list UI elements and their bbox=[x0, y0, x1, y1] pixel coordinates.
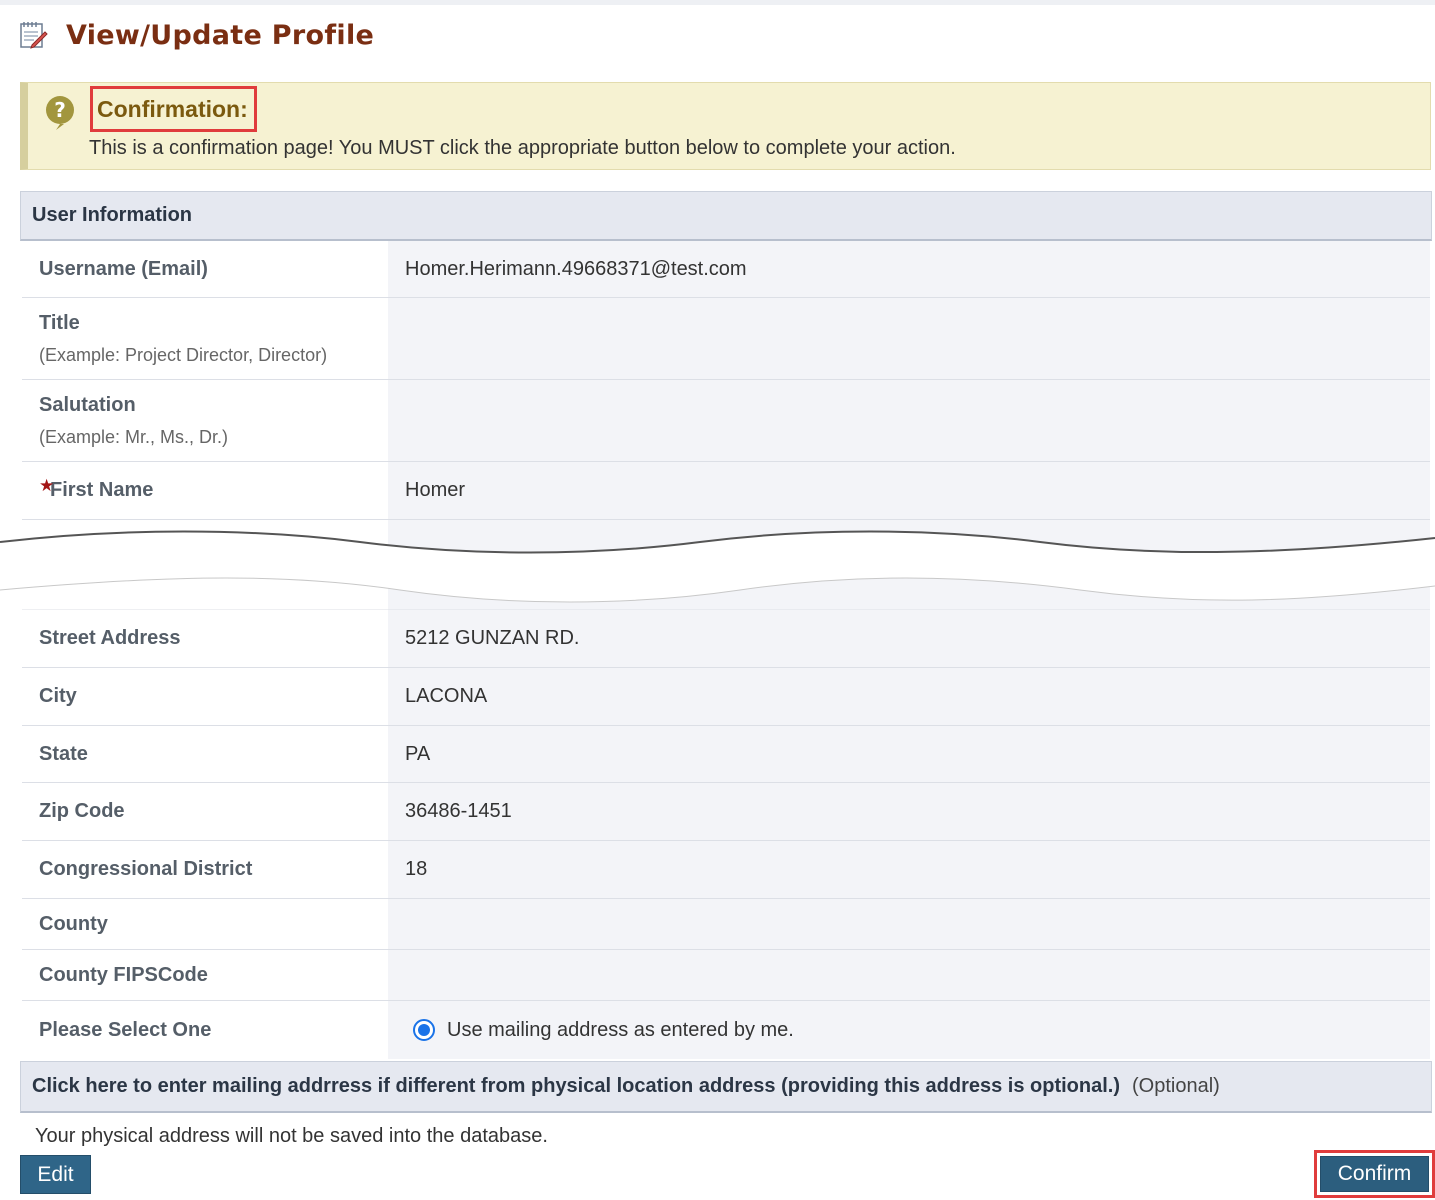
confirm-highlight: Confirm bbox=[1314, 1150, 1435, 1198]
required-star-icon: ★ bbox=[39, 476, 55, 495]
row-please-select-one: Please Select One Use mailing address as… bbox=[22, 1001, 1430, 1059]
row-state: State PA bbox=[22, 726, 1430, 783]
page-header: View/Update Profile bbox=[18, 18, 374, 52]
radio-option-label[interactable]: Use mailing address as entered by me. bbox=[447, 1019, 794, 1042]
confirmation-heading: Confirmation: bbox=[90, 86, 257, 132]
field-label: State bbox=[39, 742, 88, 765]
row-county: County bbox=[22, 899, 1430, 950]
field-hint: (Example: Project Director, Director) bbox=[39, 344, 328, 365]
content-break bbox=[0, 520, 1435, 612]
row-zip-code: Zip Code 36486-1451 bbox=[22, 783, 1430, 841]
field-label: Title bbox=[39, 311, 80, 334]
value-cell: Homer bbox=[388, 462, 1430, 519]
edit-button[interactable]: Edit bbox=[20, 1155, 91, 1194]
field-label: Salutation bbox=[39, 393, 136, 416]
user-information-header: User Information bbox=[20, 191, 1432, 241]
row-city: City LACONA bbox=[22, 668, 1430, 726]
label-cell: ★ First Name bbox=[22, 462, 388, 519]
label-cell: Congressional District bbox=[22, 841, 388, 898]
row-congressional-district: Congressional District 18 bbox=[22, 841, 1430, 899]
label-cell: County FIPSCode bbox=[22, 950, 388, 1000]
value-cell: 18 bbox=[388, 841, 1430, 898]
row-county-fipscode: County FIPSCode bbox=[22, 950, 1430, 1001]
field-label: County FIPSCode bbox=[39, 963, 208, 986]
optional-note: (Optional) bbox=[1132, 1075, 1220, 1097]
value-cell: 36486-1451 bbox=[388, 783, 1430, 840]
label-cell: State bbox=[22, 726, 388, 782]
confirmation-message: This is a confirmation page! You MUST cl… bbox=[89, 137, 956, 159]
value-cell: PA bbox=[388, 726, 1430, 782]
edit-document-icon bbox=[20, 22, 48, 49]
field-label: Congressional District bbox=[39, 858, 253, 880]
field-label: City bbox=[39, 685, 77, 707]
value-cell: Homer.Herimann.49668371@test.com bbox=[388, 241, 1430, 297]
top-strip bbox=[0, 0, 1435, 5]
label-cell: Please Select One bbox=[22, 1001, 388, 1059]
value-cell bbox=[388, 899, 1430, 949]
mailing-section-title[interactable]: Click here to enter mailing addrress if … bbox=[32, 1075, 1120, 1098]
label-cell: Salutation (Example: Mr., Ms., Dr.) bbox=[22, 380, 388, 461]
question-mark-icon: ? bbox=[46, 96, 74, 130]
label-cell: Zip Code bbox=[22, 783, 388, 840]
value-cell: LACONA bbox=[388, 668, 1430, 725]
mailing-address-toggle[interactable]: Click here to enter mailing addrress if … bbox=[20, 1061, 1432, 1113]
field-label: Zip Code bbox=[39, 800, 125, 822]
confirmation-banner: ? Confirmation: This is a confirmation p… bbox=[20, 82, 1431, 170]
label-cell: Title (Example: Project Director, Direct… bbox=[22, 298, 388, 379]
field-hint: (Example: Mr., Ms., Dr.) bbox=[39, 426, 229, 447]
value-cell bbox=[388, 380, 1430, 461]
value-cell bbox=[388, 298, 1430, 379]
confirm-button[interactable]: Confirm bbox=[1320, 1156, 1429, 1192]
svg-text:?: ? bbox=[54, 98, 66, 122]
row-salutation: Salutation (Example: Mr., Ms., Dr.) bbox=[22, 380, 1430, 462]
page-title: View/Update Profile bbox=[66, 19, 375, 51]
label-cell: City bbox=[22, 668, 388, 725]
field-label: Street Address bbox=[39, 627, 181, 649]
row-username: Username (Email) Homer.Herimann.49668371… bbox=[22, 241, 1430, 298]
mailing-address-radio[interactable] bbox=[413, 1019, 435, 1041]
value-cell: Use mailing address as entered by me. bbox=[388, 1001, 1430, 1059]
footnote: Your physical address will not be saved … bbox=[35, 1125, 548, 1147]
row-first-name: ★ First Name Homer bbox=[22, 462, 1430, 520]
field-label: Please Select One bbox=[39, 1018, 212, 1041]
label-cell: Username (Email) bbox=[22, 241, 388, 297]
label-cell: Street Address bbox=[22, 610, 388, 667]
row-title: Title (Example: Project Director, Direct… bbox=[22, 298, 1430, 380]
section-title: User Information bbox=[32, 204, 193, 226]
value-cell bbox=[388, 950, 1430, 1000]
row-street-address: Street Address 5212 GUNZAN RD. bbox=[22, 610, 1430, 668]
value-cell: 5212 GUNZAN RD. bbox=[388, 610, 1430, 667]
field-label: County bbox=[39, 912, 108, 935]
field-label: Username (Email) bbox=[39, 257, 208, 280]
label-cell: County bbox=[22, 899, 388, 949]
field-label: First Name bbox=[50, 479, 154, 501]
